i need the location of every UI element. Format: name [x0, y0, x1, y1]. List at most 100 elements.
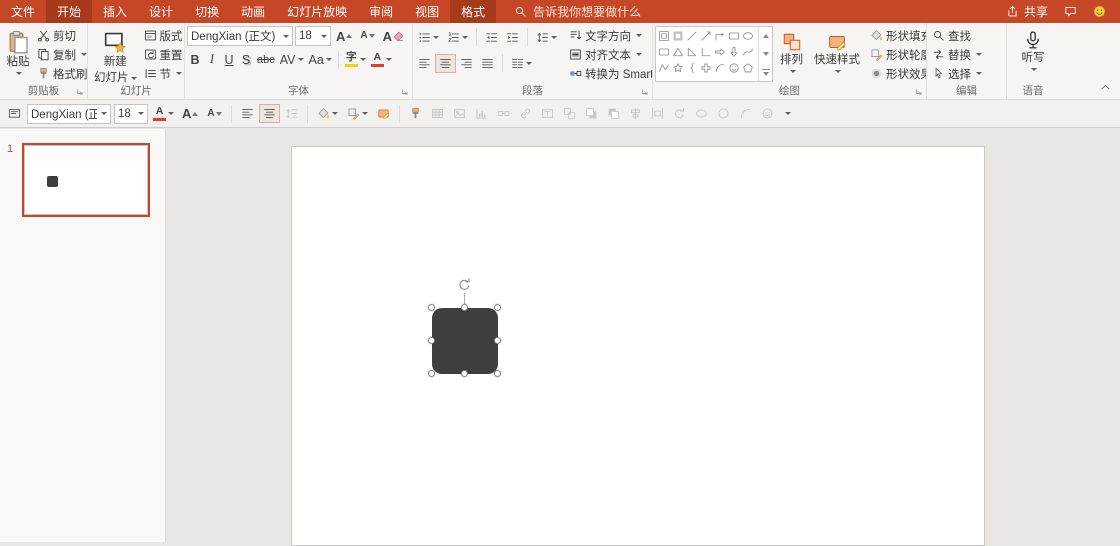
paragraph-dialog-launcher-icon[interactable]	[641, 88, 650, 97]
bullets-button[interactable]	[415, 29, 442, 46]
shape-outline-button[interactable]: 形状轮廓	[867, 45, 927, 64]
fmt-more-button[interactable]	[780, 110, 794, 117]
decrease-indent-button[interactable]	[482, 29, 501, 46]
tab-format[interactable]: 格式	[450, 0, 496, 23]
tell-me-search[interactable]: 告诉我你想要做什么	[506, 0, 649, 23]
fmt-font-size-combo[interactable]: 18	[114, 104, 148, 124]
tab-review[interactable]: 审阅	[358, 0, 404, 23]
resize-handle-bottom-right[interactable]	[494, 370, 501, 377]
strikethrough-button[interactable]: abc	[255, 50, 277, 69]
slide-editing-surface[interactable]	[291, 146, 985, 546]
reset-button[interactable]: 重置	[141, 45, 186, 64]
fmt-group-button[interactable]	[560, 105, 579, 122]
shape-freeform-item[interactable]	[657, 60, 671, 76]
slide-canvas[interactable]	[166, 129, 1120, 542]
fmt-table-button[interactable]	[428, 105, 447, 122]
text-shadow-button[interactable]: S	[238, 50, 254, 69]
shrink-font-button[interactable]: A	[357, 26, 377, 46]
shape-triangle-item[interactable]	[671, 44, 685, 60]
shape-plus-item[interactable]	[699, 60, 713, 76]
new-slide-button[interactable]: 新建 幻灯片	[90, 26, 141, 84]
shape-star-item[interactable]	[671, 60, 685, 76]
fmt-distribute-button[interactable]	[648, 105, 667, 122]
shape-line-arrow-item[interactable]	[699, 28, 713, 44]
fmt-smiley-shape-button[interactable]	[758, 105, 777, 122]
fmt-oval-button[interactable]	[692, 105, 711, 122]
shape-brace-item[interactable]	[685, 60, 699, 76]
shape-right-triangle-item[interactable]	[685, 44, 699, 60]
align-left-button[interactable]	[415, 55, 434, 72]
resize-handle-top-right[interactable]	[494, 304, 501, 311]
shape-arrow-right-item[interactable]	[713, 44, 727, 60]
grow-font-button[interactable]: A	[333, 26, 355, 46]
fmt-quick-styles-button[interactable]	[374, 105, 393, 122]
resize-handle-bottom-left[interactable]	[428, 370, 435, 377]
convert-to-smartart-button[interactable]: 转换为 SmartArt	[566, 64, 653, 83]
tab-view[interactable]: 视图	[404, 0, 450, 23]
shape-elbow-connector-item[interactable]	[699, 44, 713, 60]
line-spacing-button[interactable]	[533, 29, 560, 46]
fmt-hyperlink-button[interactable]	[516, 105, 535, 122]
resize-handle-bottom-middle[interactable]	[461, 370, 468, 377]
fmt-smartart-button[interactable]	[494, 105, 513, 122]
shape-frame-item[interactable]	[657, 28, 671, 44]
tab-animations[interactable]: 动画	[230, 0, 276, 23]
align-text-button[interactable]: 对齐文本	[566, 45, 653, 64]
find-button[interactable]: 查找	[929, 26, 985, 45]
shape-arrow-down-item[interactable]	[727, 44, 741, 60]
quick-styles-button[interactable]: 快速样式	[810, 26, 864, 84]
shapes-scroll-down-button[interactable]	[759, 45, 772, 63]
slide-layout-button[interactable]	[5, 105, 24, 122]
italic-button[interactable]: I	[204, 50, 220, 69]
fmt-font-color-button[interactable]: A	[151, 104, 176, 123]
tab-design[interactable]: 设计	[138, 0, 184, 23]
shape-half-frame-item[interactable]	[671, 28, 685, 44]
font-size-combo[interactable]: 18	[295, 26, 331, 46]
fmt-image-button[interactable]	[450, 105, 469, 122]
shapes-scroll-up-button[interactable]	[759, 27, 772, 45]
collapse-ribbon-button[interactable]	[1099, 81, 1112, 94]
text-highlight-color-button[interactable]: 字	[343, 50, 368, 69]
fmt-grow-font-button[interactable]: A	[179, 104, 201, 124]
rounded-rectangle-shape[interactable]	[432, 308, 498, 374]
align-center-button[interactable]	[436, 55, 455, 72]
align-right-button[interactable]	[457, 55, 476, 72]
font-family-combo[interactable]: DengXian (正文)	[187, 26, 293, 46]
feedback-smiley-button[interactable]	[1093, 5, 1106, 18]
font-dialog-launcher-icon[interactable]	[401, 88, 410, 97]
fmt-align-center-button[interactable]	[260, 105, 279, 122]
resize-handle-top-middle[interactable]	[461, 304, 468, 311]
shape-smiley-item[interactable]	[727, 60, 741, 76]
fmt-shape-fill-button[interactable]	[314, 105, 341, 122]
fmt-shape-outline-button[interactable]	[344, 105, 371, 122]
replace-button[interactable]: 替换	[929, 45, 985, 64]
fmt-align-objects-button[interactable]	[626, 105, 645, 122]
fmt-bring-forward-button[interactable]	[582, 105, 601, 122]
shape-elbow-arrow-item[interactable]	[713, 28, 727, 44]
dictate-button[interactable]: 听写	[1018, 26, 1049, 84]
fmt-arc-button[interactable]	[736, 105, 755, 122]
clipboard-dialog-launcher-icon[interactable]	[76, 88, 85, 97]
tab-slideshow[interactable]: 幻灯片放映	[276, 0, 358, 23]
shape-effects-button[interactable]: 形状效果	[867, 64, 927, 83]
shape-rectangle2-item[interactable]	[657, 44, 671, 60]
character-spacing-button[interactable]: AV	[278, 50, 306, 69]
resize-handle-middle-right[interactable]	[494, 337, 501, 344]
justify-button[interactable]	[478, 55, 497, 72]
resize-handle-middle-left[interactable]	[428, 337, 435, 344]
underline-button[interactable]: U	[221, 50, 237, 69]
fmt-align-left-button[interactable]	[238, 105, 257, 122]
numbering-button[interactable]	[444, 29, 471, 46]
shape-rectangle-item[interactable]	[727, 28, 741, 44]
fmt-chart-button[interactable]	[472, 105, 491, 122]
font-color-button[interactable]: A	[369, 50, 394, 69]
columns-button[interactable]	[508, 55, 535, 72]
format-painter-button[interactable]: 格式刷	[34, 64, 88, 83]
change-case-button[interactable]: Aa	[307, 50, 334, 69]
shape-pentagon-item[interactable]	[741, 60, 755, 76]
copy-button[interactable]: 复制	[34, 45, 88, 64]
fmt-shrink-font-button[interactable]: A	[204, 104, 224, 124]
tab-transitions[interactable]: 切换	[184, 0, 230, 23]
cut-button[interactable]: 剪切	[34, 26, 88, 45]
fmt-text-box-button[interactable]	[538, 105, 557, 122]
